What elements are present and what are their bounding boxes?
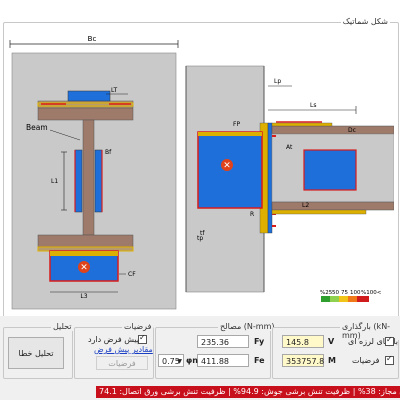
analysis-title: تحلیل xyxy=(51,322,74,331)
legend-label-3: 100 xyxy=(350,290,361,296)
phi-label: φn xyxy=(186,356,198,365)
fe-label: Fe xyxy=(254,356,265,365)
default-values-link[interactable]: مقادیر پیش فرض xyxy=(94,345,153,354)
bc-label: Bc xyxy=(88,35,97,43)
beam-label: Beam xyxy=(26,123,48,132)
m-label: M xyxy=(328,356,336,365)
v-label: V xyxy=(328,337,335,346)
l3-label: L3 xyxy=(80,293,87,300)
phi-select[interactable]: 0.75 ▼ xyxy=(158,354,184,367)
status-message: ظرفیت تنش برشی مجاز: 38% | ظرفیت تنش برش… xyxy=(96,386,400,398)
l1-label: L1 xyxy=(51,178,58,185)
tp-label: tp xyxy=(197,235,203,242)
ls-label: Ls xyxy=(310,102,316,109)
fy-input[interactable]: 235.36 xyxy=(197,335,249,348)
at-label: At xyxy=(286,144,293,151)
fy-label: Fy xyxy=(254,337,265,346)
chevron-down-icon: ▼ xyxy=(177,358,182,365)
materials-title: مصالح (N-mm) xyxy=(218,322,277,331)
m-assumptions-checkbox[interactable] xyxy=(385,354,394,365)
legend-label-0: %25 xyxy=(320,290,333,296)
seismic-loads-checkbox[interactable] xyxy=(385,335,394,346)
default-checkbox[interactable] xyxy=(138,333,147,344)
lp-label: Lp xyxy=(274,78,281,85)
assumptions-button[interactable]: فرضیات xyxy=(96,356,148,370)
lt-label: LT xyxy=(111,87,118,94)
stress-legend xyxy=(321,296,369,302)
dc-label: Dc xyxy=(348,127,356,134)
schematic-title: شکل شماتیک xyxy=(340,17,390,26)
fp-label: FP xyxy=(233,121,240,128)
error-mark-cf: ✕ xyxy=(80,263,88,273)
error-mark-panel: ✕ xyxy=(223,161,231,171)
assumptions-title: فرضیات xyxy=(122,322,154,331)
cf-label: CF xyxy=(128,271,136,278)
bf-label: Bf xyxy=(105,149,112,156)
analysis-error-button[interactable]: تحلیل خطا xyxy=(8,337,64,369)
connection-schematic: Bc LT Beam Bf L1 ✕ CF L3 ✕ FP tf Dc At L… xyxy=(9,35,394,310)
m-assumptions-label: فرضیات xyxy=(352,356,380,365)
r-label: R xyxy=(250,211,254,218)
legend-label-1: 50 xyxy=(332,290,339,296)
l2-label: L2 xyxy=(302,202,309,209)
m-input[interactable]: 353757.8 xyxy=(282,354,324,367)
v-input[interactable]: 145.8 xyxy=(282,335,324,348)
legend-label-2: 75 xyxy=(341,290,348,296)
legend-label-4: %100< xyxy=(361,290,382,296)
fe-input[interactable]: 411.88 xyxy=(197,354,249,367)
default-checkbox-label: پیش فرض دارد xyxy=(88,335,140,344)
